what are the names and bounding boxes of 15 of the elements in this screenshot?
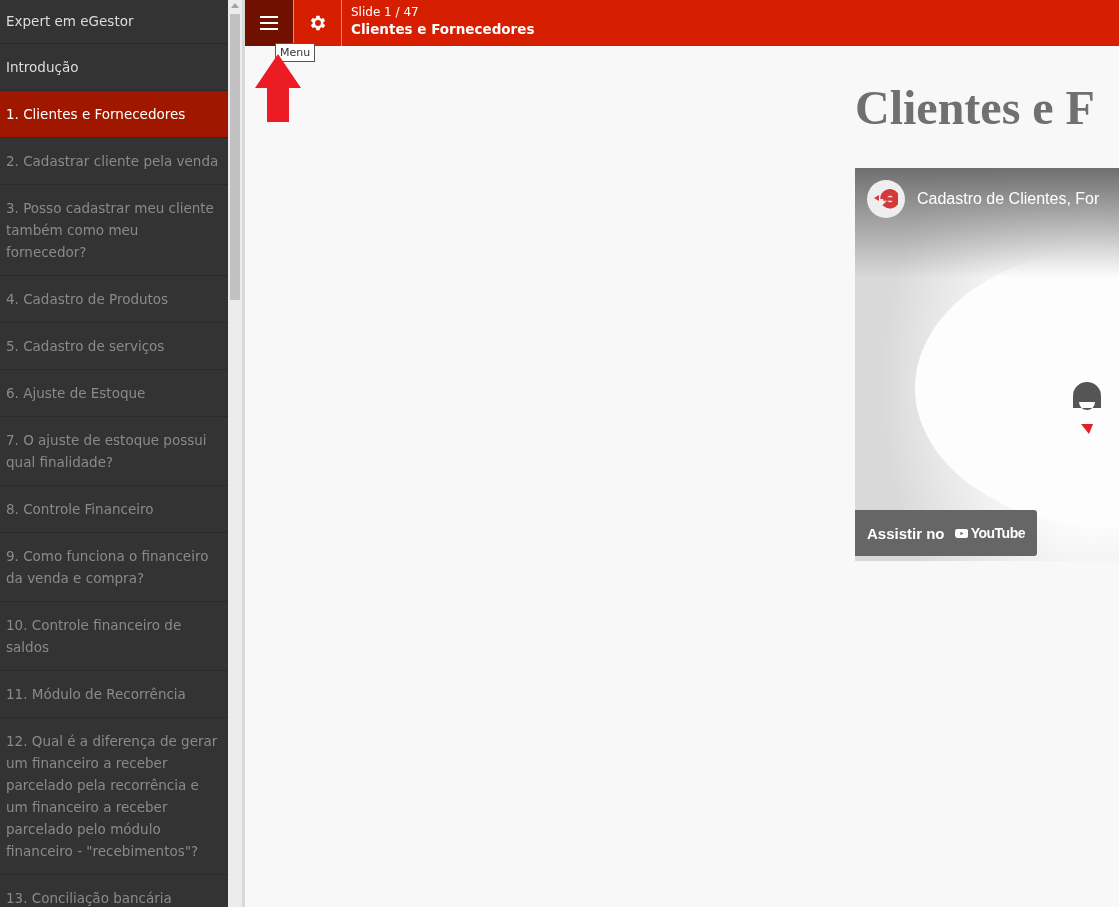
menu-button[interactable] [245,0,293,46]
watch-on-youtube-button[interactable]: Assistir no YouTube [855,510,1037,556]
slide-heading: Clientes e F [855,80,1096,136]
video-title[interactable]: Cadastro de Clientes, For [917,190,1100,208]
scrollbar[interactable] [228,0,245,907]
scroll-up-icon[interactable] [231,3,239,8]
slide-counter: Slide 1 / 47 [351,5,420,20]
video-player[interactable]: Cadastro de Clientes, For Assistir no YouTube [855,168,1119,561]
sidebar-item[interactable]: 1. Clientes e Fornecedores [0,91,228,138]
tooltip: Menu [275,43,316,62]
scrollbar-thumb[interactable] [230,14,240,300]
slide-title: Clientes e Fornecedores [351,20,535,38]
logo-icon [874,189,898,209]
menu-icon [259,15,279,31]
arrow-icon [255,54,301,122]
